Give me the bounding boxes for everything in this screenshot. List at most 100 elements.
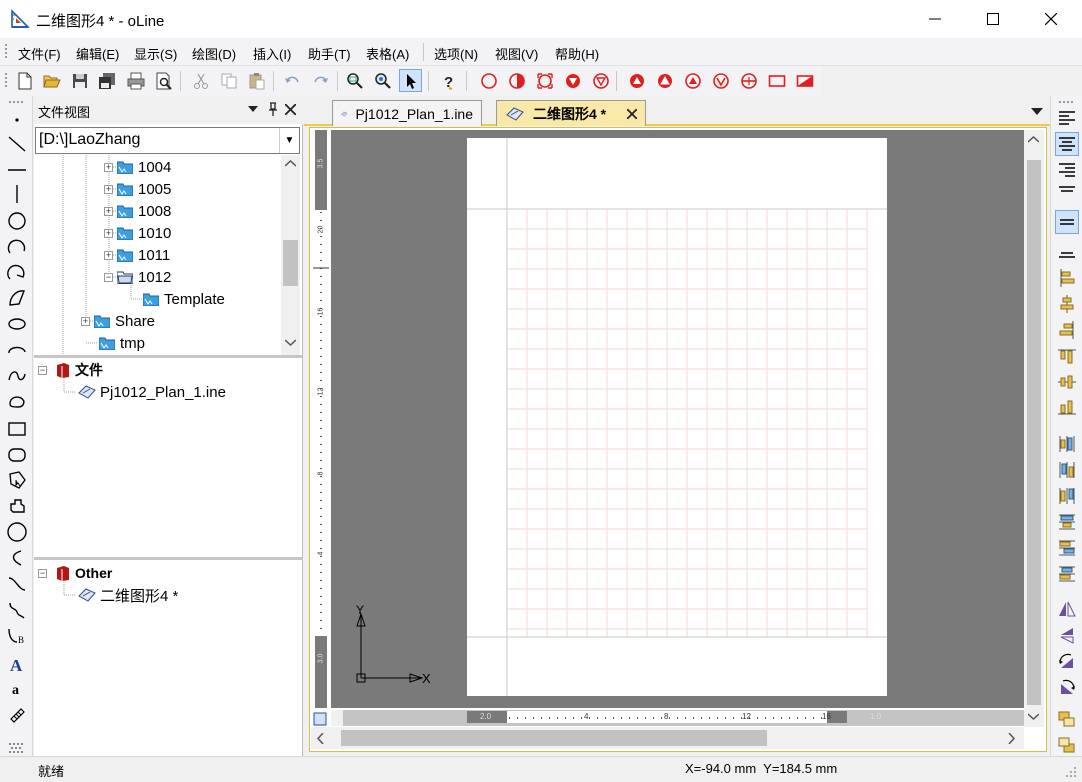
- align-center-button[interactable]: [1055, 132, 1079, 156]
- snap-triangle-down-button[interactable]: [589, 69, 612, 92]
- bring-front-button[interactable]: [1055, 708, 1079, 732]
- scrollbar-thumb[interactable]: [1027, 160, 1041, 705]
- align-obj-left-button[interactable]: [1055, 266, 1079, 290]
- snap-triangle-up-outline-button[interactable]: [681, 69, 704, 92]
- dropdown-arrow-icon[interactable]: ▼: [279, 128, 299, 153]
- menu-view[interactable]: 视图(V): [495, 44, 538, 63]
- arc-tangent-tool[interactable]: [5, 286, 29, 310]
- distribute-v-button[interactable]: [1055, 510, 1079, 534]
- tab-2d-drawing[interactable]: 二维图形4 *: [496, 100, 646, 126]
- copy-button[interactable]: [217, 69, 240, 92]
- align-right-button[interactable]: [1055, 158, 1079, 182]
- scroll-down-icon[interactable]: [285, 339, 296, 346]
- circle-tool[interactable]: [5, 209, 29, 233]
- line-tool[interactable]: [5, 132, 29, 156]
- panel-close-icon[interactable]: [285, 104, 296, 115]
- snap-triangle-up-button[interactable]: [653, 69, 676, 92]
- vertical-line-tool[interactable]: [5, 182, 29, 206]
- scroll-left-icon[interactable]: [317, 733, 324, 744]
- mirror-h-button[interactable]: [1055, 597, 1079, 621]
- scrollbar-thumb[interactable]: [283, 240, 298, 286]
- tree-item[interactable]: + Share: [81, 310, 155, 332]
- snap-circle-button[interactable]: [477, 69, 500, 92]
- drive-select[interactable]: [D:\]LaoZhang ▼: [35, 127, 300, 154]
- snap-midline-button[interactable]: [737, 69, 760, 92]
- save-all-button[interactable]: [95, 69, 118, 92]
- tree-item[interactable]: +1011: [104, 244, 170, 266]
- arc-3point-tool[interactable]: [5, 260, 29, 284]
- tree-item[interactable]: +1008: [104, 200, 171, 222]
- undo-button[interactable]: [280, 69, 303, 92]
- tree-item[interactable]: Template: [143, 288, 225, 310]
- horizontal-scrollbar[interactable]: [311, 727, 1024, 749]
- group-files[interactable]: − 文件: [38, 359, 103, 381]
- group-other[interactable]: − Other: [38, 562, 112, 584]
- expand-icon[interactable]: +: [104, 250, 113, 260]
- tab-close-icon[interactable]: [627, 108, 637, 119]
- align-obj-top-button[interactable]: [1055, 344, 1079, 368]
- expand-icon[interactable]: +: [104, 228, 113, 238]
- spline-tool[interactable]: [5, 364, 29, 388]
- snap-triangle-down-filled-button[interactable]: [561, 69, 584, 92]
- align-middle-button[interactable]: [1055, 210, 1079, 234]
- scroll-up-icon[interactable]: [285, 160, 296, 167]
- collapse-icon[interactable]: −: [104, 272, 113, 282]
- text-tool[interactable]: A: [5, 652, 29, 676]
- collapse-icon[interactable]: −: [38, 568, 47, 578]
- tree-item[interactable]: +1010: [104, 222, 171, 244]
- small-text-tool[interactable]: a: [5, 677, 29, 701]
- align-top-button[interactable]: [1055, 182, 1079, 206]
- tree-scrollbar[interactable]: [281, 155, 300, 355]
- tree-item[interactable]: −1012: [104, 266, 171, 288]
- ellipse-tool[interactable]: [5, 312, 29, 336]
- file-item[interactable]: 二维图形4 *: [78, 584, 178, 606]
- curve-tool[interactable]: [5, 546, 29, 570]
- closed-spline-tool[interactable]: [5, 390, 29, 414]
- point-tool[interactable]: [5, 108, 29, 132]
- expand-icon[interactable]: +: [81, 316, 90, 326]
- ellipse-arc-tool[interactable]: [5, 338, 29, 362]
- bezier-b-tool[interactable]: B: [5, 624, 29, 648]
- save-button[interactable]: [68, 69, 91, 92]
- expand-icon[interactable]: +: [104, 184, 113, 194]
- distribute-v3-button[interactable]: [1055, 562, 1079, 586]
- ruler-origin-icon[interactable]: [313, 712, 327, 726]
- resize-grip-icon[interactable]: [1064, 765, 1078, 779]
- snap-corners-button[interactable]: [533, 69, 556, 92]
- maximize-button[interactable]: [964, 0, 1022, 38]
- distribute-v2-button[interactable]: [1055, 536, 1079, 560]
- align-obj-vcenter-button[interactable]: [1055, 370, 1079, 394]
- distribute-h2-button[interactable]: [1055, 458, 1079, 482]
- rectangle-tool[interactable]: [5, 417, 29, 441]
- tree-item[interactable]: tmp: [99, 332, 145, 354]
- menu-table[interactable]: 表格(A): [366, 44, 409, 63]
- distribute-h-button[interactable]: [1055, 432, 1079, 456]
- paste-button[interactable]: [245, 69, 268, 92]
- collapse-icon[interactable]: −: [38, 365, 47, 375]
- print-button[interactable]: [124, 69, 147, 92]
- scroll-down-icon[interactable]: [1028, 713, 1039, 720]
- select-button[interactable]: [399, 69, 422, 92]
- paper-sheet[interactable]: [467, 138, 887, 696]
- open-button[interactable]: [40, 69, 63, 92]
- align-obj-bottom-button[interactable]: [1055, 396, 1079, 420]
- tabs-dropdown-icon[interactable]: [1031, 108, 1043, 115]
- close-button[interactable]: [1022, 0, 1080, 38]
- align-left-button[interactable]: [1055, 106, 1079, 130]
- zoom-window-button[interactable]: [343, 69, 366, 92]
- snap-rectangle-button[interactable]: [765, 69, 788, 92]
- align-obj-center-button[interactable]: [1055, 292, 1079, 316]
- snap-diagonal-rect-button[interactable]: [793, 69, 816, 92]
- menu-display[interactable]: 显示(S): [134, 44, 177, 63]
- menu-file[interactable]: 文件(F): [18, 44, 61, 63]
- scrollbar-thumb[interactable]: [341, 730, 767, 746]
- align-bottom-button[interactable]: [1055, 238, 1079, 262]
- shape-tool[interactable]: [5, 494, 29, 518]
- cut-button[interactable]: [189, 69, 212, 92]
- menu-draw[interactable]: 绘图(D): [192, 44, 236, 63]
- pin-icon[interactable]: [267, 101, 279, 117]
- menu-insert[interactable]: 插入(I): [253, 44, 291, 63]
- mirror-v-button[interactable]: [1055, 623, 1079, 647]
- send-back-button[interactable]: [1055, 734, 1079, 758]
- minimize-button[interactable]: [906, 0, 964, 38]
